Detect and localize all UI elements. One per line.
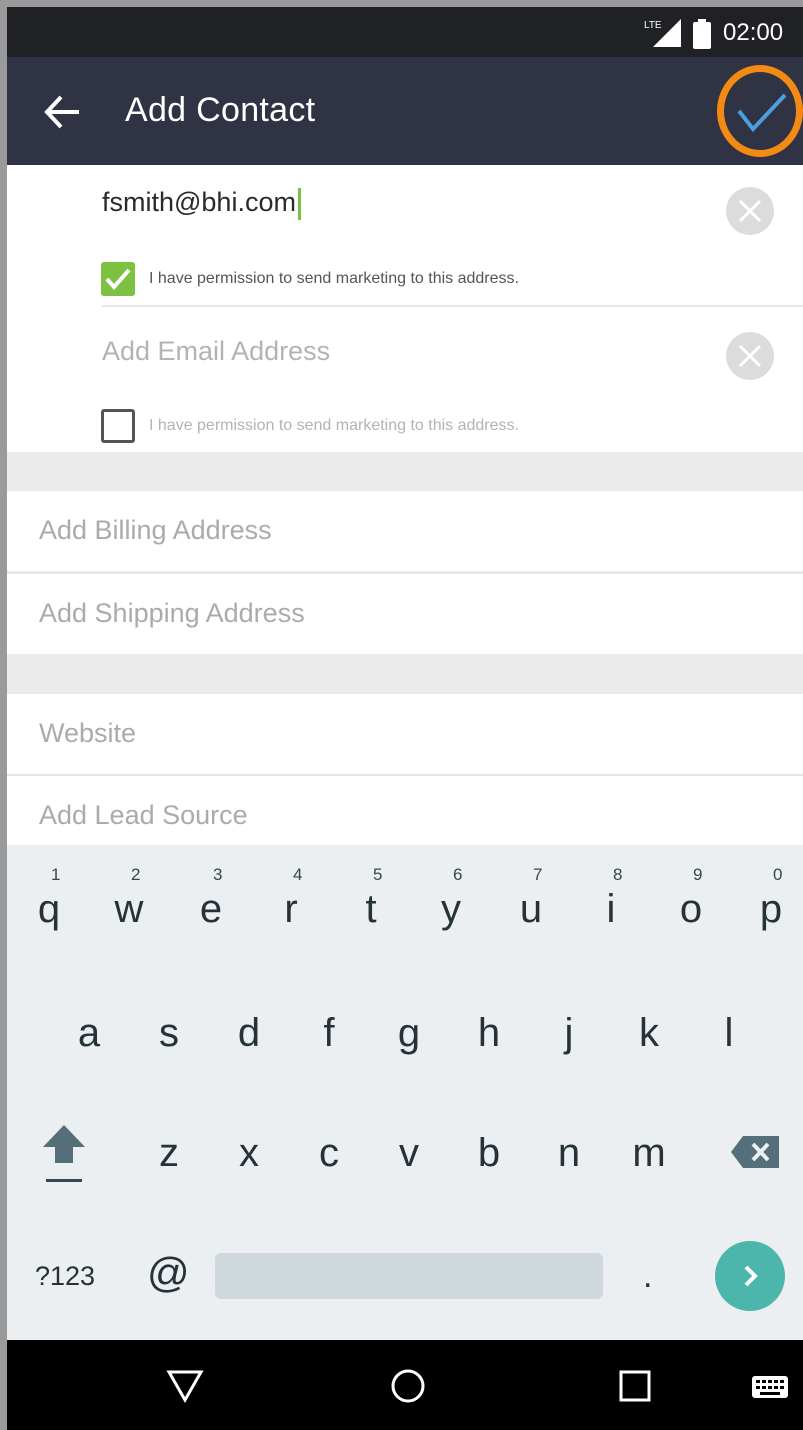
key-hint: 5 (373, 865, 383, 884)
clear-email-button[interactable] (726, 187, 774, 235)
key-char: e (199, 887, 223, 931)
add-email-field[interactable]: Add Email Address (102, 336, 330, 367)
keyboard-icon[interactable] (748, 1362, 792, 1410)
email-value: fsmith@bhi.com (102, 187, 296, 217)
screen: LTE 02:00 Add Contact fsmith@bhi.com I h… (7, 7, 803, 1430)
at-key[interactable]: @ (147, 1249, 190, 1297)
key-m[interactable]: m (621, 1131, 677, 1176)
email-section: fsmith@bhi.com I have permission to send… (7, 165, 803, 452)
highlight-ring (717, 65, 803, 157)
key-char: u (519, 887, 543, 931)
check-icon (105, 268, 131, 291)
close-icon (738, 199, 762, 223)
key-n[interactable]: n (541, 1131, 597, 1176)
key-s[interactable]: s (141, 1011, 197, 1056)
permission-label-1: I have permission to send marketing to t… (149, 270, 519, 287)
permission-checkbox-1[interactable] (101, 262, 135, 296)
key-b[interactable]: b (461, 1131, 517, 1176)
circle-home-icon[interactable] (384, 1362, 432, 1410)
billing-address-field: Add Billing Address (39, 515, 272, 545)
key-char: t (365, 887, 377, 931)
key-t[interactable]: 5t (343, 865, 399, 945)
key-hint: 9 (693, 865, 703, 884)
square-recents-icon[interactable] (611, 1362, 659, 1410)
key-q[interactable]: 1q (21, 865, 77, 945)
key-a[interactable]: a (61, 1011, 117, 1056)
key-x[interactable]: x (221, 1131, 277, 1176)
network-label: LTE (644, 20, 662, 31)
key-hint: 0 (773, 865, 783, 884)
key-c[interactable]: c (301, 1131, 357, 1176)
key-k[interactable]: k (621, 1011, 677, 1056)
key-char: o (679, 887, 703, 931)
key-v[interactable]: v (381, 1131, 437, 1176)
close-icon (738, 344, 762, 368)
key-o[interactable]: 9o (663, 865, 719, 945)
space-key[interactable] (215, 1253, 603, 1299)
key-y[interactable]: 6y (423, 865, 479, 945)
key-hint: 1 (51, 865, 61, 884)
key-p[interactable]: 0p (743, 865, 799, 945)
website-row[interactable]: Website (7, 694, 803, 774)
key-char: y (441, 887, 461, 931)
arrow-left-icon[interactable] (37, 87, 87, 137)
key-hint: 2 (131, 865, 141, 884)
permission-label-2: I have permission to send marketing to t… (149, 417, 519, 434)
shipping-address-row[interactable]: Add Shipping Address (7, 574, 803, 654)
key-g[interactable]: g (381, 1011, 437, 1056)
key-hint: 8 (613, 865, 623, 884)
divider (102, 305, 803, 307)
shift-icon[interactable] (39, 1115, 89, 1195)
key-w[interactable]: 2w (101, 865, 157, 945)
key-e[interactable]: 3e (183, 865, 239, 945)
key-hint: 4 (293, 865, 303, 884)
key-f[interactable]: f (301, 1011, 357, 1056)
key-char: w (114, 887, 144, 931)
key-r[interactable]: 4r (263, 865, 319, 945)
triangle-back-icon[interactable] (161, 1362, 209, 1410)
clear-email-button-2[interactable] (726, 332, 774, 380)
page-title: Add Contact (125, 91, 316, 129)
chevron-right-icon (744, 1265, 758, 1287)
key-char: i (606, 887, 616, 931)
key-j[interactable]: j (541, 1011, 597, 1056)
key-i[interactable]: 8i (583, 865, 639, 945)
email-row-1: fsmith@bhi.com I have permission to send… (7, 165, 803, 308)
status-time: 02:00 (723, 19, 784, 46)
go-button[interactable] (715, 1241, 785, 1311)
backspace-icon[interactable] (729, 1133, 781, 1171)
key-hint: 6 (453, 865, 463, 884)
text-caret (297, 187, 301, 220)
email-field[interactable]: fsmith@bhi.com (102, 187, 301, 220)
permission-checkbox-2[interactable] (101, 409, 135, 443)
soft-keyboard: 1q2w3e4r5t6y7u8i9o0p asdfghjkl zxcvbnm ?… (7, 845, 803, 1340)
key-z[interactable]: z (141, 1131, 197, 1176)
lte-signal-icon: LTE (644, 19, 681, 47)
status-bar: LTE 02:00 (7, 7, 803, 57)
key-char: q (37, 887, 61, 931)
navigation-bar (7, 1340, 803, 1430)
key-d[interactable]: d (221, 1011, 277, 1056)
app-bar: Add Contact (7, 57, 803, 165)
website-field: Website (39, 718, 137, 748)
key-char: r (284, 887, 298, 931)
key-l[interactable]: l (701, 1011, 757, 1056)
lead-source-row[interactable]: Add Lead Source (7, 776, 803, 845)
lead-source-field: Add Lead Source (39, 800, 248, 830)
key-hint: 7 (533, 865, 543, 884)
battery-icon (693, 19, 711, 49)
key-hint: 3 (213, 865, 223, 884)
key-u[interactable]: 7u (503, 865, 559, 945)
email-row-2: Add Email Address I have permission to s… (7, 310, 803, 452)
billing-address-row[interactable]: Add Billing Address (7, 491, 803, 571)
period-key[interactable]: . (643, 1257, 652, 1296)
key-h[interactable]: h (461, 1011, 517, 1056)
shipping-address-field: Add Shipping Address (39, 598, 305, 628)
key-char: p (759, 887, 783, 931)
symbols-key[interactable]: ?123 (35, 1261, 95, 1292)
